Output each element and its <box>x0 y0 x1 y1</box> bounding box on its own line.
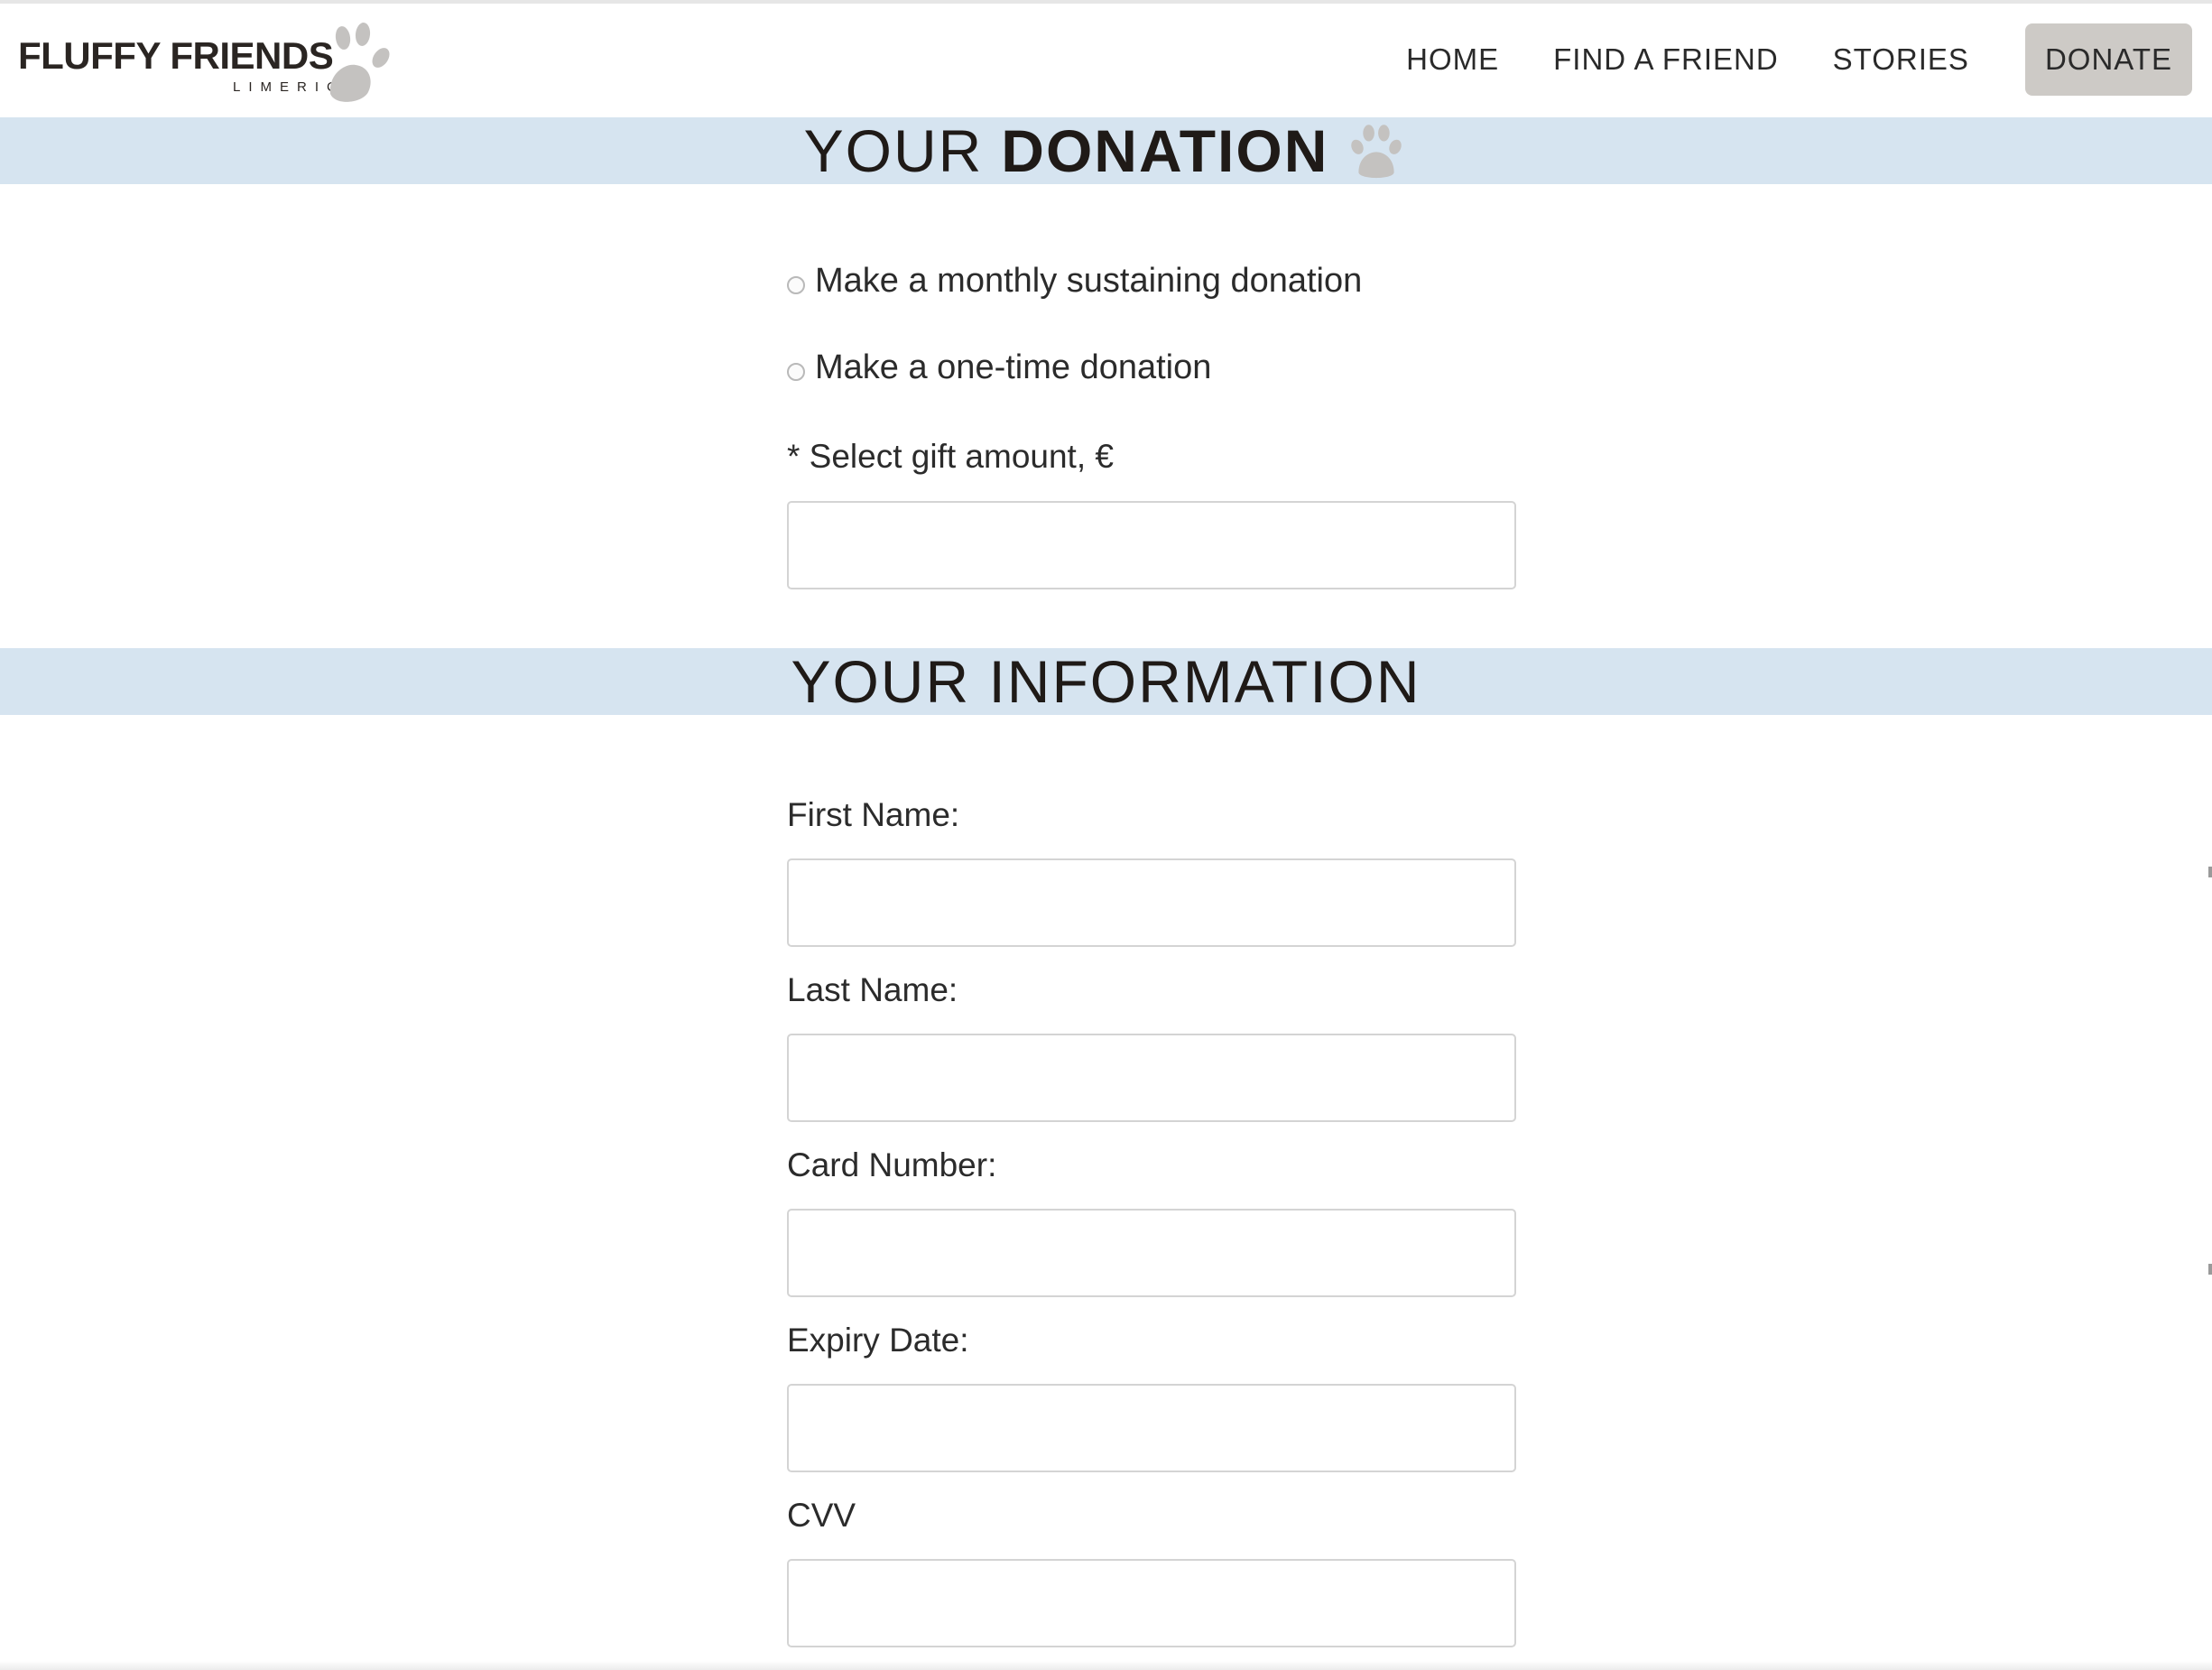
card-number-label: Card Number: <box>787 1146 997 1183</box>
donation-title-bold: DONATION <box>1001 117 1329 184</box>
scroll-marker <box>2208 867 2212 877</box>
last-name-label: Last Name: <box>787 971 958 1008</box>
card-number-input[interactable] <box>787 1209 1516 1297</box>
expiry-date-input[interactable] <box>787 1384 1516 1472</box>
one-time-donation-label: Make a one-time donation <box>815 348 1212 386</box>
site-logo[interactable]: FLUFFY FRIENDS LIMERICK <box>18 18 397 102</box>
monthly-donation-option[interactable]: Make a monthly sustaining donation <box>787 262 1362 301</box>
nav-find-a-friend[interactable]: FIND A FRIEND <box>1553 42 1779 77</box>
first-name-label: First Name: <box>787 796 960 833</box>
cvv-input[interactable] <box>787 1559 1516 1647</box>
nav-home[interactable]: HOME <box>1406 42 1499 77</box>
gift-amount-label: * Select gift amount, € <box>787 438 1114 475</box>
donation-title: YOUR DONATION <box>804 119 1409 182</box>
first-name-input[interactable] <box>787 858 1516 947</box>
one-time-donation-radio[interactable] <box>787 362 805 381</box>
nav-donate-button[interactable]: DONATE <box>2024 23 2192 96</box>
last-name-input[interactable] <box>787 1034 1516 1122</box>
information-title: YOUR INFORMATION <box>791 648 1421 715</box>
scroll-marker <box>2208 1264 2212 1275</box>
gift-amount-input[interactable] <box>787 501 1516 589</box>
page: FLUFFY FRIENDS LIMERICK HOME FIND A FRIE… <box>0 0 2212 1670</box>
donation-title-light: YOUR <box>803 117 984 184</box>
donation-banner: YOUR DONATION <box>0 117 2212 184</box>
site-header: FLUFFY FRIENDS LIMERICK HOME FIND A FRIE… <box>0 4 2212 117</box>
paw-icon <box>329 23 390 102</box>
monthly-donation-radio[interactable] <box>787 275 805 294</box>
cvv-label: CVV <box>787 1497 856 1534</box>
nav-stories[interactable]: STORIES <box>1833 42 1969 77</box>
one-time-donation-option[interactable]: Make a one-time donation <box>787 348 1211 387</box>
logo-name: FLUFFY FRIENDS <box>18 34 334 77</box>
paw-icon <box>1351 125 1402 179</box>
main-nav: HOME FIND A FRIEND STORIES DONATE <box>1352 23 2192 96</box>
monthly-donation-label: Make a monthly sustaining donation <box>815 262 1363 300</box>
information-banner: YOUR INFORMATION <box>0 648 2212 715</box>
bottom-edge <box>0 1661 2212 1670</box>
expiry-date-label: Expiry Date: <box>787 1322 969 1359</box>
